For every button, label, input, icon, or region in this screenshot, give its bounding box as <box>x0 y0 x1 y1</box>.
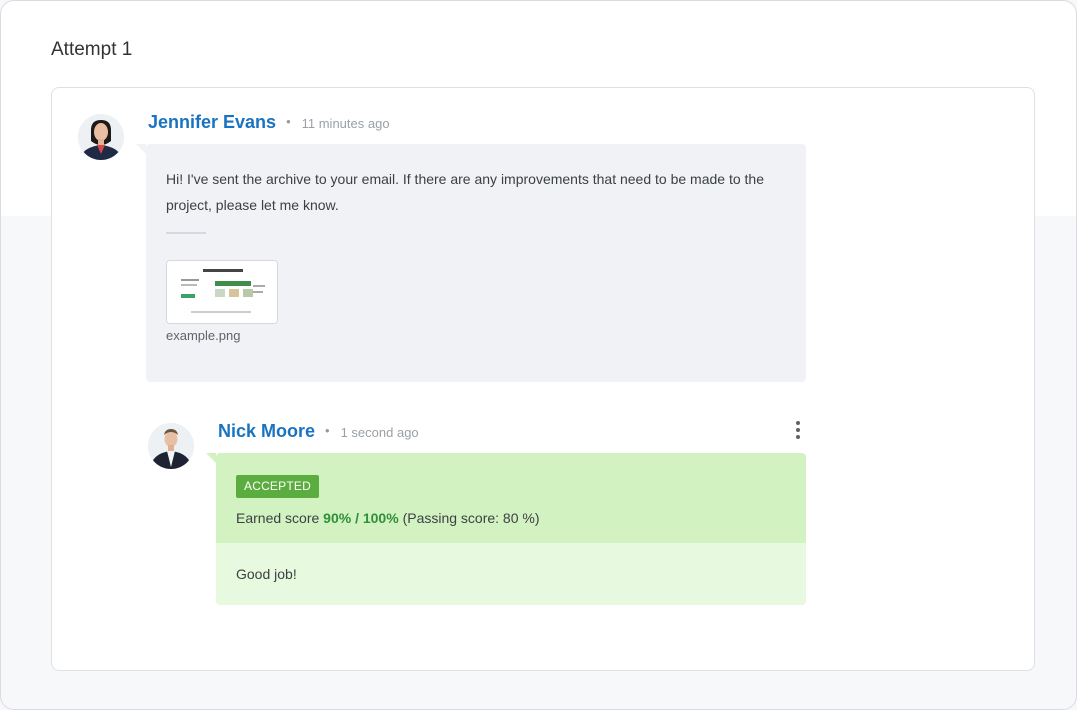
message-bubble: Hi! I've sent the archive to your email.… <box>136 144 806 382</box>
author-name[interactable]: Jennifer Evans <box>148 112 276 133</box>
conversation-card: Jennifer Evans • 11 minutes ago Hi! I've… <box>51 87 1035 671</box>
status-badge: ACCEPTED <box>236 475 319 498</box>
avatar-female-icon[interactable] <box>78 114 124 160</box>
passing-score: (Passing score: 80 %) <box>402 510 540 526</box>
review-comment-section: Good job! <box>216 543 806 605</box>
score-value: 90% / 100% <box>323 510 399 526</box>
attempt-title: Attempt 1 <box>51 39 133 60</box>
score-line: Earned score 90% / 100% (Passing score: … <box>236 510 540 526</box>
review-score-section: ACCEPTED Earned score 90% / 100% (Passin… <box>216 453 806 543</box>
review-comment: Good job! <box>236 566 297 582</box>
divider <box>166 232 206 234</box>
message-text: Hi! I've sent the archive to your email.… <box>166 171 764 213</box>
separator-dot: • <box>286 114 291 129</box>
image-thumbnail-icon[interactable] <box>166 260 278 324</box>
message-header: Jennifer Evans • 11 minutes ago <box>148 112 390 133</box>
message-time: 11 minutes ago <box>301 116 390 131</box>
author-name[interactable]: Nick Moore <box>218 421 315 442</box>
separator-dot: • <box>325 423 330 438</box>
attempt-panel: Attempt 1 Jennifer Evans • 11 minutes ag… <box>0 0 1077 710</box>
review-bubble: ACCEPTED Earned score 90% / 100% (Passin… <box>216 453 806 605</box>
attachment-file-name[interactable]: example.png <box>166 328 240 343</box>
more-vertical-icon[interactable] <box>788 418 808 442</box>
bubble-tail <box>206 453 216 463</box>
message-time: 1 second ago <box>340 425 419 440</box>
message-header: Nick Moore • 1 second ago <box>218 421 419 442</box>
score-label: Earned score <box>236 510 320 526</box>
avatar-male-icon[interactable] <box>148 423 194 469</box>
